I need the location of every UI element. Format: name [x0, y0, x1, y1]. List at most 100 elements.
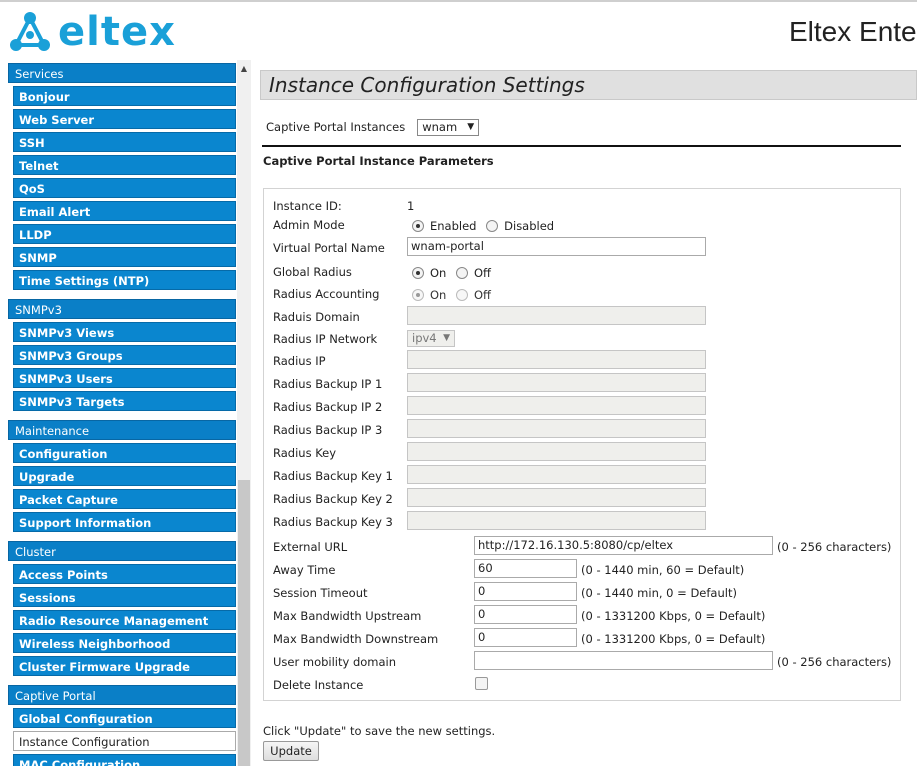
sidebar-item[interactable]: SNMPv3 Users [13, 368, 236, 388]
max-bandwidth-downstream-hint: (0 - 1331200 Kbps, 0 = Default) [581, 632, 766, 646]
sidebar-item[interactable]: SSH [13, 132, 236, 152]
admin-mode-enabled-radio[interactable] [412, 220, 424, 232]
update-button[interactable]: Update [263, 741, 319, 761]
radius-backup-ip-2-label: Radius Backup IP 2 [273, 400, 383, 414]
sidebar-item[interactable]: SNMP [13, 247, 236, 267]
instances-select-value: wnam [422, 119, 458, 134]
product-title: Eltex Ente [789, 16, 917, 47]
radius-accounting-radios: On Off [412, 288, 497, 302]
section-divider [262, 145, 901, 147]
sidebar-item[interactable]: SNMPv3 Targets [13, 391, 236, 411]
admin-mode-enabled-label: Enabled [430, 219, 477, 233]
global-radius-off-radio[interactable] [456, 267, 468, 279]
delete-instance-label: Delete Instance [273, 678, 364, 692]
footer-note: Click "Update" to save the new settings. [263, 724, 496, 738]
radius-backup-key-1-input[interactable] [407, 465, 706, 484]
sidebar-group-header[interactable]: SNMPv3 [8, 299, 236, 319]
radius-ip-input[interactable] [407, 350, 706, 369]
max-bandwidth-upstream-input[interactable]: 0 [474, 605, 577, 624]
sidebar-item[interactable]: Time Settings (NTP) [13, 270, 236, 290]
sidebar-item[interactable]: Global Configuration [13, 708, 236, 728]
away-time-label: Away Time [273, 563, 336, 577]
sidebar-group-header[interactable]: Maintenance [8, 420, 236, 440]
max-bandwidth-downstream-label: Max Bandwidth Downstream [273, 632, 439, 646]
raduis-domain-input[interactable] [407, 306, 706, 325]
sidebar-item[interactable]: SNMPv3 Views [13, 322, 236, 342]
sidebar-item[interactable]: Sessions [13, 587, 236, 607]
radius-ip-network-select[interactable]: ipv4 ▼ [407, 330, 455, 347]
radius-backup-key-3-label: Radius Backup Key 3 [273, 515, 393, 529]
sidebar-group-header[interactable]: Services [8, 63, 236, 83]
scroll-up-arrow-icon[interactable]: ▲ [237, 62, 251, 76]
sidebar-item[interactable]: Upgrade [13, 466, 236, 486]
instance-parameters-panel: Instance ID: 1 Admin Mode Enabled Disabl… [263, 188, 901, 701]
main-content: Instance Configuration Settings Captive … [260, 68, 917, 766]
virtual-portal-name-label: Virtual Portal Name [273, 241, 385, 255]
radius-accounting-off-radio[interactable] [456, 289, 468, 301]
radius-backup-key-3-input[interactable] [407, 511, 706, 530]
section-title: Captive Portal Instance Parameters [263, 154, 494, 168]
max-bandwidth-downstream-input[interactable]: 0 [474, 628, 577, 647]
sidebar-group-header[interactable]: Captive Portal [8, 685, 236, 705]
radius-backup-ip-1-input[interactable] [407, 373, 706, 392]
session-timeout-input[interactable]: 0 [474, 582, 577, 601]
sidebar-item[interactable]: SNMPv3 Groups [13, 345, 236, 365]
max-bandwidth-upstream-label: Max Bandwidth Upstream [273, 609, 422, 623]
radius-backup-ip-2-input[interactable] [407, 396, 706, 415]
radius-accounting-on-label: On [430, 288, 447, 302]
sidebar-item[interactable]: QoS [13, 178, 236, 198]
global-radius-off-label: Off [474, 266, 491, 280]
sidebar-item[interactable]: Radio Resource Management [13, 610, 236, 630]
radius-backup-ip-1-label: Radius Backup IP 1 [273, 377, 383, 391]
radius-accounting-on-radio[interactable] [412, 289, 424, 301]
external-url-label: External URL [273, 540, 348, 554]
virtual-portal-name-input[interactable]: wnam-portal [407, 237, 706, 256]
sidebar-item[interactable]: Wireless Neighborhood [13, 633, 236, 653]
sidebar-scrollbar[interactable]: ▲ [237, 60, 251, 766]
radius-backup-key-2-input[interactable] [407, 488, 706, 507]
sidebar-item[interactable]: Cluster Firmware Upgrade [13, 656, 236, 676]
user-mobility-domain-input[interactable] [474, 651, 773, 670]
sidebar-item[interactable]: Packet Capture [13, 489, 236, 509]
radius-ip-label: Radius IP [273, 354, 326, 368]
radius-key-input[interactable] [407, 442, 706, 461]
global-radius-label: Global Radius [273, 265, 352, 279]
radius-accounting-off-label: Off [474, 288, 491, 302]
admin-mode-label: Admin Mode [273, 218, 345, 232]
sidebar-item[interactable]: Support Information [13, 512, 236, 532]
sidebar-item[interactable]: Instance Configuration [13, 731, 236, 751]
external-url-input[interactable]: http://172.16.130.5:8080/cp/eltex [474, 536, 773, 555]
admin-mode-disabled-radio[interactable] [486, 220, 499, 232]
radius-backup-ip-3-input[interactable] [407, 419, 706, 438]
instances-select[interactable]: wnam ▼ [417, 118, 480, 136]
sidebar-list: Services Bonjour Web Server SSH Telnet QoS Ema… [8, 63, 236, 766]
away-time-input[interactable]: 60 [474, 559, 577, 578]
sidebar-item[interactable]: MAC Configuration [13, 754, 236, 766]
sidebar-item[interactable]: Access Points [13, 564, 236, 584]
radius-ip-network-label: Radius IP Network [273, 332, 378, 346]
session-timeout-label: Session Timeout [273, 586, 368, 600]
logo-text: eltex [58, 9, 176, 55]
sidebar-item[interactable]: LLDP [13, 224, 236, 244]
radius-backup-key-1-label: Radius Backup Key 1 [273, 469, 393, 483]
external-url-hint: (0 - 256 characters) [777, 540, 892, 554]
sidebar-group-header[interactable]: Cluster [8, 541, 236, 561]
radius-accounting-label: Radius Accounting [273, 287, 380, 301]
global-radius-radios: On Off [412, 266, 497, 280]
sidebar-item[interactable]: Email Alert [13, 201, 236, 221]
session-timeout-hint: (0 - 1440 min, 0 = Default) [581, 586, 737, 600]
sidebar-item[interactable]: Web Server [13, 109, 236, 129]
admin-mode-disabled-label: Disabled [504, 219, 555, 233]
scroll-thumb[interactable] [238, 480, 250, 766]
sidebar-item[interactable]: Configuration [13, 443, 236, 463]
global-radius-on-label: On [430, 266, 447, 280]
instances-label: Captive Portal Instances [266, 120, 406, 134]
sidebar-item[interactable]: Bonjour [13, 86, 236, 106]
delete-instance-checkbox[interactable] [475, 677, 488, 690]
global-radius-on-radio[interactable] [412, 267, 424, 279]
sidebar-item[interactable]: Telnet [13, 155, 236, 175]
instances-row: Captive Portal Instances wnam ▼ [266, 118, 480, 136]
